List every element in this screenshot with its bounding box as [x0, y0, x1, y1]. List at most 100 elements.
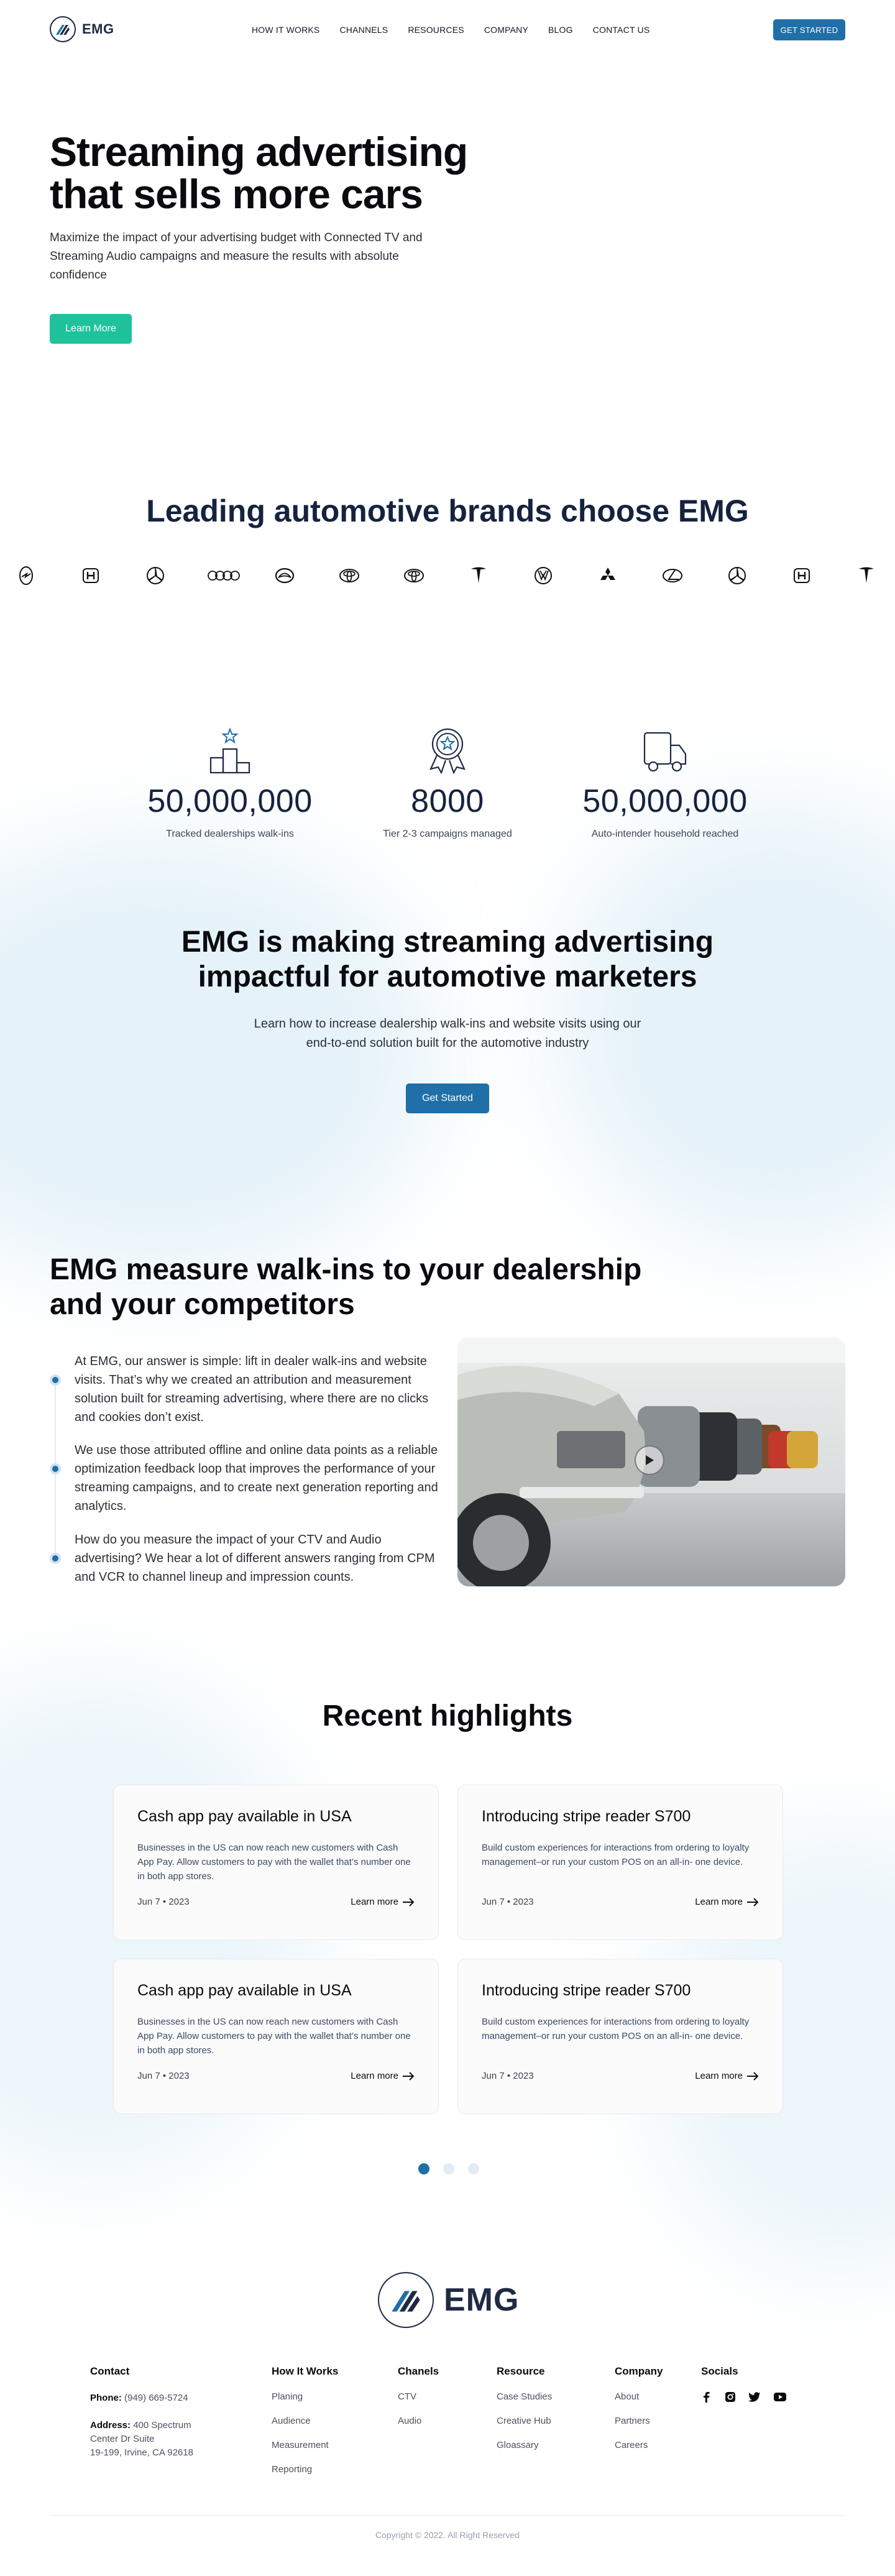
arrow-right-icon: [403, 1897, 415, 1907]
stat-value: 50,000,000: [147, 783, 313, 819]
logo-text: EMG: [82, 21, 114, 37]
highlight-card[interactable]: Cash app pay available in USA Businesses…: [113, 1785, 439, 1940]
learn-more-link[interactable]: Learn more: [351, 1897, 415, 1907]
footer-column-how-it-works: How It Works Planing Audience Measuremen…: [272, 2365, 338, 2488]
play-button-icon[interactable]: [635, 1445, 664, 1475]
hero-subtitle: Maximize the impact of your advertising …: [50, 231, 423, 282]
nav-link-resources[interactable]: RESOURCES: [408, 25, 464, 35]
logo-mark-icon: [378, 2272, 434, 2328]
card-title: Cash app pay available in USA: [137, 1808, 352, 1825]
stat-label: Tracked dealerships walk-ins: [166, 829, 294, 839]
youtube-icon[interactable]: [773, 2391, 787, 2406]
learn-more-button[interactable]: Learn More: [50, 314, 132, 344]
nav-links: HOW IT WORKS CHANNELS RESOURCES COMPANY …: [252, 25, 649, 35]
lexus-icon: [659, 563, 686, 588]
footer-column-chanels: Chanels CTV Audio: [398, 2365, 439, 2440]
footer-link[interactable]: Creative Hub: [497, 2416, 552, 2426]
learn-more-link[interactable]: Learn more: [695, 2071, 759, 2081]
card-date: Jun 7 • 2023: [482, 1897, 534, 1907]
mazda-icon: [271, 563, 298, 588]
nav-link-contact-us[interactable]: CONTACT US: [593, 25, 650, 35]
highlight-card[interactable]: Introducing stripe reader S700 Build cus…: [457, 1959, 783, 2114]
page: EMG HOW IT WORKS CHANNELS RESOURCES COMP…: [0, 0, 895, 2576]
mission-title: EMG is making streaming advertising impa…: [0, 925, 895, 995]
get-started-nav-button[interactable]: GET STARTED: [773, 19, 845, 40]
mission-title-text: EMG is making streaming advertising impa…: [181, 926, 714, 993]
honda-icon: [788, 563, 815, 588]
footer-link[interactable]: About: [615, 2391, 663, 2402]
mercedes-icon: [723, 563, 751, 588]
measure-title: EMG measure walk-ins to your dealership …: [50, 1253, 671, 1322]
footer-contact: Contact Phone: (949) 669-5724 Address: 4…: [90, 2365, 193, 2460]
footer-link[interactable]: CTV: [398, 2391, 439, 2402]
stat-card: 50,000,000 Auto-intender household reach…: [562, 724, 768, 840]
footer-link[interactable]: Gloassary: [497, 2440, 552, 2450]
nav-link-blog[interactable]: BLOG: [548, 25, 573, 35]
footer-column-resource: Resource Case Studies Creative Hub Gloas…: [497, 2365, 552, 2464]
address-line: 19-199, Irvine, CA 92618: [90, 2447, 193, 2458]
award-icon: [345, 724, 550, 774]
address-line: 400 Spectrum: [133, 2420, 191, 2431]
arrow-right-icon: [747, 1897, 759, 1907]
learn-more-label: Learn more: [695, 2071, 743, 2081]
pagination-dot[interactable]: [443, 2163, 454, 2174]
footer-link[interactable]: Planing: [272, 2391, 338, 2402]
card-title: Cash app pay available in USA: [137, 1982, 352, 1999]
learn-more-label: Learn more: [351, 1897, 398, 1907]
carousel-pagination: [418, 2163, 479, 2174]
learn-more-label: Learn more: [351, 2071, 398, 2081]
timeline-dot: [50, 1374, 61, 1386]
footer-link[interactable]: Audience: [272, 2416, 338, 2426]
timeline-text: How do you measure the impact of your CT…: [75, 1533, 435, 1584]
podium-icon: [127, 724, 333, 774]
footer-column-company: Company About Partners Careers: [615, 2365, 663, 2464]
top-nav: EMG HOW IT WORKS CHANNELS RESOURCES COMP…: [0, 0, 895, 60]
timeline-dot: [50, 1553, 61, 1564]
get-started-button[interactable]: Get Started: [406, 1083, 489, 1113]
nav-link-company[interactable]: COMPANY: [484, 25, 528, 35]
card-body: Businesses in the US can now reach new c…: [137, 1842, 411, 1882]
footer-link[interactable]: Audio: [398, 2416, 439, 2426]
address-label: Address:: [90, 2420, 131, 2431]
footer-link[interactable]: Reporting: [272, 2464, 338, 2475]
timeline-text: At EMG, our answer is simple: lift in de…: [75, 1355, 429, 1424]
instagram-icon[interactable]: [725, 2391, 736, 2406]
learn-more-link[interactable]: Learn more: [351, 2071, 415, 2081]
highlight-card[interactable]: Introducing stripe reader S700 Build cus…: [457, 1785, 783, 1940]
footer-link[interactable]: Measurement: [272, 2440, 338, 2450]
arrow-right-icon: [403, 2071, 415, 2081]
phone-number[interactable]: (949) 669-5724: [124, 2393, 188, 2403]
stat-card: 50,000,000 Tracked dealerships walk-ins: [127, 724, 333, 840]
stat-card: 8000 Tier 2-3 campaigns managed: [345, 724, 550, 840]
bg-glow: [0, 839, 435, 1274]
logo[interactable]: EMG: [50, 16, 114, 42]
footer-link[interactable]: Case Studies: [497, 2391, 552, 2402]
footer-phone: Phone: (949) 669-5724: [90, 2391, 193, 2405]
hero-title: Streaming advertising that sells more ca…: [50, 129, 468, 217]
tesla-icon: [853, 563, 880, 588]
card-title: Introducing stripe reader S700: [482, 1982, 691, 1999]
pagination-dot[interactable]: [468, 2163, 479, 2174]
footer-link[interactable]: Partners: [615, 2416, 663, 2426]
twitter-icon[interactable]: [748, 2391, 761, 2406]
footer-link[interactable]: Careers: [615, 2440, 663, 2450]
footer-logo[interactable]: EMG: [378, 2272, 519, 2328]
pagination-dot-active[interactable]: [418, 2163, 429, 2174]
footer-heading: Contact: [90, 2365, 130, 2377]
address-line: Center Dr Suite: [90, 2434, 155, 2444]
highlight-card[interactable]: Cash app pay available in USA Businesses…: [113, 1959, 439, 2114]
nav-link-how-it-works[interactable]: HOW IT WORKS: [252, 25, 319, 35]
card-body: Build custom experiences for interaction…: [482, 2017, 750, 2041]
toyota-icon: [400, 563, 428, 588]
video-player[interactable]: [457, 1338, 845, 1586]
card-body: Build custom experiences for interaction…: [482, 1842, 750, 1867]
logo-mark-icon: [50, 16, 76, 42]
card-date: Jun 7 • 2023: [482, 2071, 534, 2081]
footer-heading: Company: [615, 2365, 663, 2377]
social-icons: [701, 2391, 787, 2406]
footer-heading: Socials: [701, 2365, 738, 2377]
nav-link-channels[interactable]: CHANNELS: [339, 25, 388, 35]
brands-title: Leading automotive brands choose EMG: [146, 494, 749, 528]
learn-more-link[interactable]: Learn more: [695, 1897, 759, 1907]
facebook-icon[interactable]: [701, 2391, 712, 2406]
